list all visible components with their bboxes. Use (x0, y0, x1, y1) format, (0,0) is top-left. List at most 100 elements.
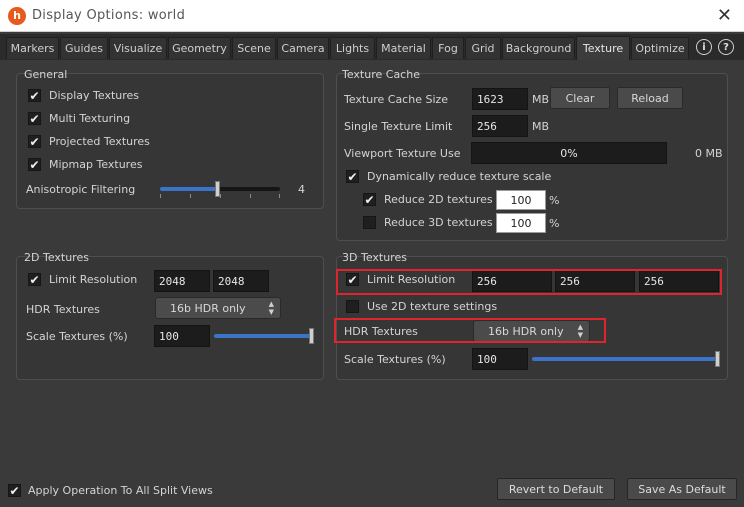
tab-geometry[interactable]: Geometry (168, 37, 231, 59)
tab-visualize[interactable]: Visualize (109, 37, 167, 59)
anisotropic-label: Anisotropic Filtering (26, 183, 136, 196)
single-limit-field[interactable]: 256 (472, 115, 528, 137)
clear-button[interactable]: Clear (550, 87, 610, 109)
tick (190, 194, 191, 198)
use-2d-settings-label: Use 2D texture settings (367, 300, 498, 313)
hdr-2d-label: HDR Textures (26, 303, 100, 316)
reduce-3d-checkbox[interactable] (363, 216, 376, 229)
scale-3d-field[interactable]: 100 (472, 348, 528, 370)
reduce-3d-unit: % (549, 217, 560, 230)
display-textures-option[interactable]: ✔ Display Textures (28, 89, 139, 102)
reduce-2d-checkbox[interactable]: ✔ (363, 193, 376, 206)
window-title: Display Options: world (32, 8, 186, 23)
revert-to-default-button[interactable]: Revert to Default (497, 478, 615, 500)
dynamic-reduce-checkbox[interactable]: ✔ (346, 170, 359, 183)
tab-markers[interactable]: Markers (6, 37, 59, 59)
tab-material[interactable]: Material (376, 37, 431, 59)
houdini-icon: h (8, 6, 26, 25)
tab-guides[interactable]: Guides (60, 37, 108, 59)
apply-all-views-option[interactable]: ✔ Apply Operation To All Split Views (8, 484, 213, 497)
mipmap-textures-checkbox[interactable]: ✔ (28, 158, 41, 171)
hdr-textures-highlight (334, 318, 606, 343)
tab-camera[interactable]: Camera (277, 37, 329, 59)
single-limit-label: Single Texture Limit (344, 120, 453, 133)
reduce-2d-option[interactable]: ✔ Reduce 2D textures (363, 193, 493, 206)
projected-textures-label: Projected Textures (49, 135, 150, 148)
limit-2d-height-field[interactable]: 2048 (213, 270, 269, 292)
reduce-2d-field[interactable]: 100 (496, 190, 546, 210)
multi-texturing-label: Multi Texturing (49, 112, 131, 125)
close-icon[interactable]: ✕ (717, 5, 732, 26)
viewport-use-bar: 0% (471, 142, 667, 164)
tab-fog[interactable]: Fog (432, 37, 464, 59)
scale-3d-slider-fill (532, 357, 720, 361)
mipmap-textures-label: Mipmap Textures (49, 158, 143, 171)
display-textures-label: Display Textures (49, 89, 140, 102)
apply-all-views-label: Apply Operation To All Split Views (28, 484, 213, 497)
title-bar: h Display Options: world ✕ (0, 0, 744, 32)
tick (160, 194, 161, 198)
scale-2d-slider-fill (214, 334, 314, 338)
help-icon[interactable]: ? (718, 39, 734, 55)
projected-textures-option[interactable]: ✔ Projected Textures (28, 135, 150, 148)
anisotropic-slider[interactable] (160, 181, 280, 197)
textures-2d-title: 2D Textures (24, 251, 89, 264)
limit-resolution-highlight (336, 269, 722, 295)
cache-size-unit: MB (532, 93, 550, 106)
anisotropic-slider-fill (160, 187, 220, 191)
reduce-3d-field[interactable]: 100 (496, 213, 546, 233)
scale-3d-label: Scale Textures (%) (344, 353, 446, 366)
limit-2d-width-field[interactable]: 2048 (154, 270, 210, 292)
limit-resolution-2d-option[interactable]: ✔ Limit Resolution (28, 273, 137, 286)
reduce-2d-unit: % (549, 194, 560, 207)
apply-all-views-checkbox[interactable]: ✔ (8, 484, 21, 497)
textures-3d-title: 3D Textures (342, 251, 407, 264)
tab-background[interactable]: Background (502, 37, 575, 59)
tab-grid[interactable]: Grid (465, 37, 501, 59)
reload-button[interactable]: Reload (617, 87, 683, 109)
tab-lights[interactable]: Lights (330, 37, 375, 59)
cache-size-label: Texture Cache Size (344, 93, 449, 106)
use-2d-settings-checkbox[interactable] (346, 300, 359, 313)
multi-texturing-option[interactable]: ✔ Multi Texturing (28, 112, 130, 125)
scale-2d-label: Scale Textures (%) (26, 330, 128, 343)
scale-3d-slider[interactable] (532, 351, 720, 367)
anisotropic-ticks (160, 194, 280, 198)
tab-bar: Markers Guides Visualize Geometry Scene … (0, 34, 744, 60)
viewport-use-label: Viewport Texture Use (344, 147, 461, 160)
tab-scene[interactable]: Scene (232, 37, 276, 59)
hdr-2d-dropdown[interactable]: 16b HDR only ▲ ▼ (155, 297, 281, 319)
dynamic-reduce-option[interactable]: ✔ Dynamically reduce texture scale (346, 170, 551, 183)
scale-3d-slider-handle[interactable] (715, 351, 720, 367)
cache-size-field[interactable]: 1623 (472, 88, 528, 110)
scale-2d-slider-handle[interactable] (309, 328, 314, 344)
display-textures-checkbox[interactable]: ✔ (28, 89, 41, 102)
info-icon[interactable]: i (696, 39, 712, 55)
tick (250, 194, 251, 198)
updown-arrows-icon: ▲ ▼ (268, 300, 274, 316)
general-title: General (24, 68, 68, 81)
tick (220, 194, 221, 198)
multi-texturing-checkbox[interactable]: ✔ (28, 112, 41, 125)
projected-textures-checkbox[interactable]: ✔ (28, 135, 41, 148)
reduce-2d-label: Reduce 2D textures (384, 193, 493, 206)
single-limit-unit: MB (532, 120, 550, 133)
viewport-use-percent: 0% (560, 146, 578, 160)
tab-optimize[interactable]: Optimize (631, 37, 689, 59)
reduce-3d-option[interactable]: Reduce 3D textures (363, 216, 493, 229)
limit-resolution-2d-label: Limit Resolution (49, 273, 138, 286)
save-as-default-button[interactable]: Save As Default (627, 478, 737, 500)
hdr-2d-value: 16b HDR only (170, 301, 246, 315)
limit-resolution-2d-checkbox[interactable]: ✔ (28, 273, 41, 286)
mipmap-textures-option[interactable]: ✔ Mipmap Textures (28, 158, 142, 171)
scale-2d-slider[interactable] (214, 328, 314, 344)
anisotropic-value: 4 (298, 183, 305, 196)
use-2d-settings-option[interactable]: Use 2D texture settings (346, 300, 497, 313)
texture-cache-title: Texture Cache (342, 68, 420, 81)
scale-2d-field[interactable]: 100 (154, 325, 210, 347)
reduce-3d-label: Reduce 3D textures (384, 216, 493, 229)
tick (279, 194, 280, 198)
tab-texture[interactable]: Texture (576, 36, 630, 60)
viewport-use-mb: 0 MB (695, 147, 723, 160)
dynamic-reduce-label: Dynamically reduce texture scale (367, 170, 552, 183)
